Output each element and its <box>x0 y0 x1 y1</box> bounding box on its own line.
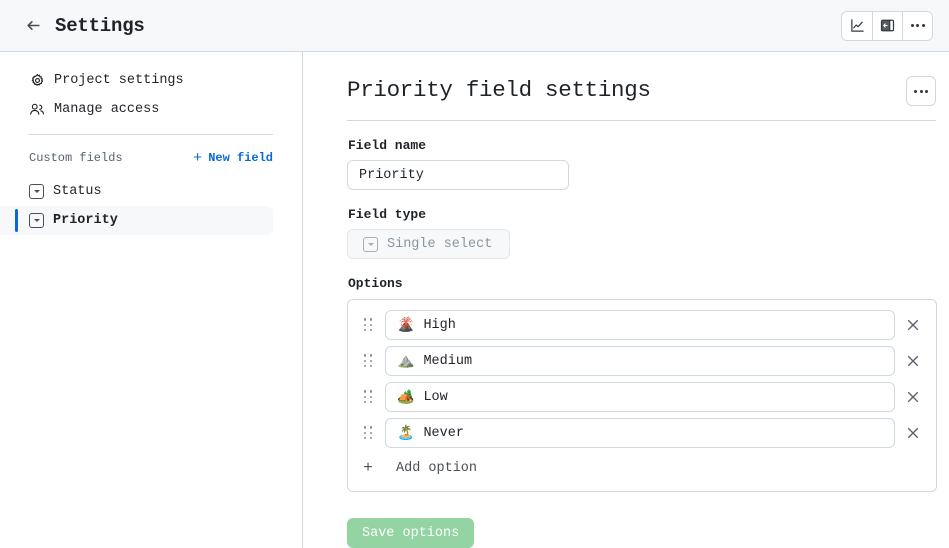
field-name-input[interactable] <box>347 160 569 190</box>
option-input[interactable]: 🏕️ Low <box>385 382 895 412</box>
field-type-label: Field type <box>348 207 936 222</box>
new-field-button[interactable]: + New field <box>193 151 273 166</box>
save-options-button[interactable]: Save options <box>347 518 474 548</box>
header-actions <box>841 11 933 41</box>
drag-handle-icon[interactable] <box>362 425 374 441</box>
sidebar-item-project-settings[interactable]: Project settings <box>0 66 302 95</box>
people-icon <box>29 102 45 118</box>
remove-option-button[interactable] <box>900 420 926 446</box>
single-select-icon <box>363 237 378 252</box>
new-field-label: New field <box>208 151 273 165</box>
custom-fields-header: Custom fields + New field <box>0 145 302 171</box>
add-option-button[interactable]: + Add option <box>348 451 936 485</box>
option-input[interactable]: ⛰️ Medium <box>385 346 895 376</box>
option-row: 🏝️ Never <box>348 415 936 451</box>
field-item-label: Priority <box>53 213 118 228</box>
custom-fields-title: Custom fields <box>29 151 123 165</box>
field-type-select: Single select <box>347 229 510 259</box>
sidebar-item-label: Project settings <box>54 73 184 88</box>
plus-icon: + <box>193 151 202 166</box>
options-label: Options <box>348 276 936 291</box>
single-select-icon <box>29 184 44 199</box>
insights-icon[interactable] <box>842 12 872 40</box>
main-content: Priority field settings Field name Field… <box>303 52 949 548</box>
options-list: 🌋 High ⛰️ Medium <box>347 299 937 492</box>
camping-emoji: 🏕️ <box>397 390 414 404</box>
option-row: 🏕️ Low <box>348 379 936 415</box>
option-label: Medium <box>423 354 472 369</box>
kebab-menu-icon[interactable] <box>902 12 932 40</box>
option-row: ⛰️ Medium <box>348 343 936 379</box>
option-input[interactable]: 🌋 High <box>385 310 895 340</box>
mountain-emoji: ⛰️ <box>397 354 414 368</box>
option-label: Low <box>423 390 447 405</box>
main-header: Priority field settings <box>347 76 936 121</box>
option-label: High <box>423 318 455 333</box>
kebab-menu-icon <box>914 90 928 93</box>
sidebar-item-manage-access[interactable]: Manage access <box>0 95 302 124</box>
field-item-label: Status <box>53 184 102 199</box>
option-label: Never <box>423 426 464 441</box>
side-panel-icon[interactable] <box>872 12 902 40</box>
remove-option-button[interactable] <box>900 312 926 338</box>
page-title: Settings <box>55 15 145 37</box>
sidebar: Project settings Manage access Custom fi… <box>0 52 303 548</box>
add-option-label: Add option <box>396 461 477 476</box>
sidebar-item-status[interactable]: Status <box>0 177 273 206</box>
volcano-emoji: 🌋 <box>397 318 414 332</box>
field-type-value: Single select <box>387 237 492 252</box>
back-arrow-icon[interactable] <box>22 15 44 37</box>
kebab-dots <box>911 24 925 27</box>
option-row: 🌋 High <box>348 307 936 343</box>
single-select-icon <box>29 213 44 228</box>
sidebar-divider <box>29 134 273 135</box>
desert-island-emoji: 🏝️ <box>397 426 414 440</box>
remove-option-button[interactable] <box>900 384 926 410</box>
option-input[interactable]: 🏝️ Never <box>385 418 895 448</box>
drag-handle-icon[interactable] <box>362 389 374 405</box>
sidebar-item-priority[interactable]: Priority <box>0 206 273 235</box>
remove-option-button[interactable] <box>900 348 926 374</box>
drag-handle-icon[interactable] <box>362 353 374 369</box>
field-name-label: Field name <box>348 138 936 153</box>
gear-icon <box>29 73 45 89</box>
plus-icon: + <box>362 460 374 476</box>
sidebar-item-label: Manage access <box>54 102 159 117</box>
field-settings-title: Priority field settings <box>347 76 651 104</box>
app-header: Settings <box>0 0 949 52</box>
field-options-menu-button[interactable] <box>906 76 936 106</box>
drag-handle-icon[interactable] <box>362 317 374 333</box>
